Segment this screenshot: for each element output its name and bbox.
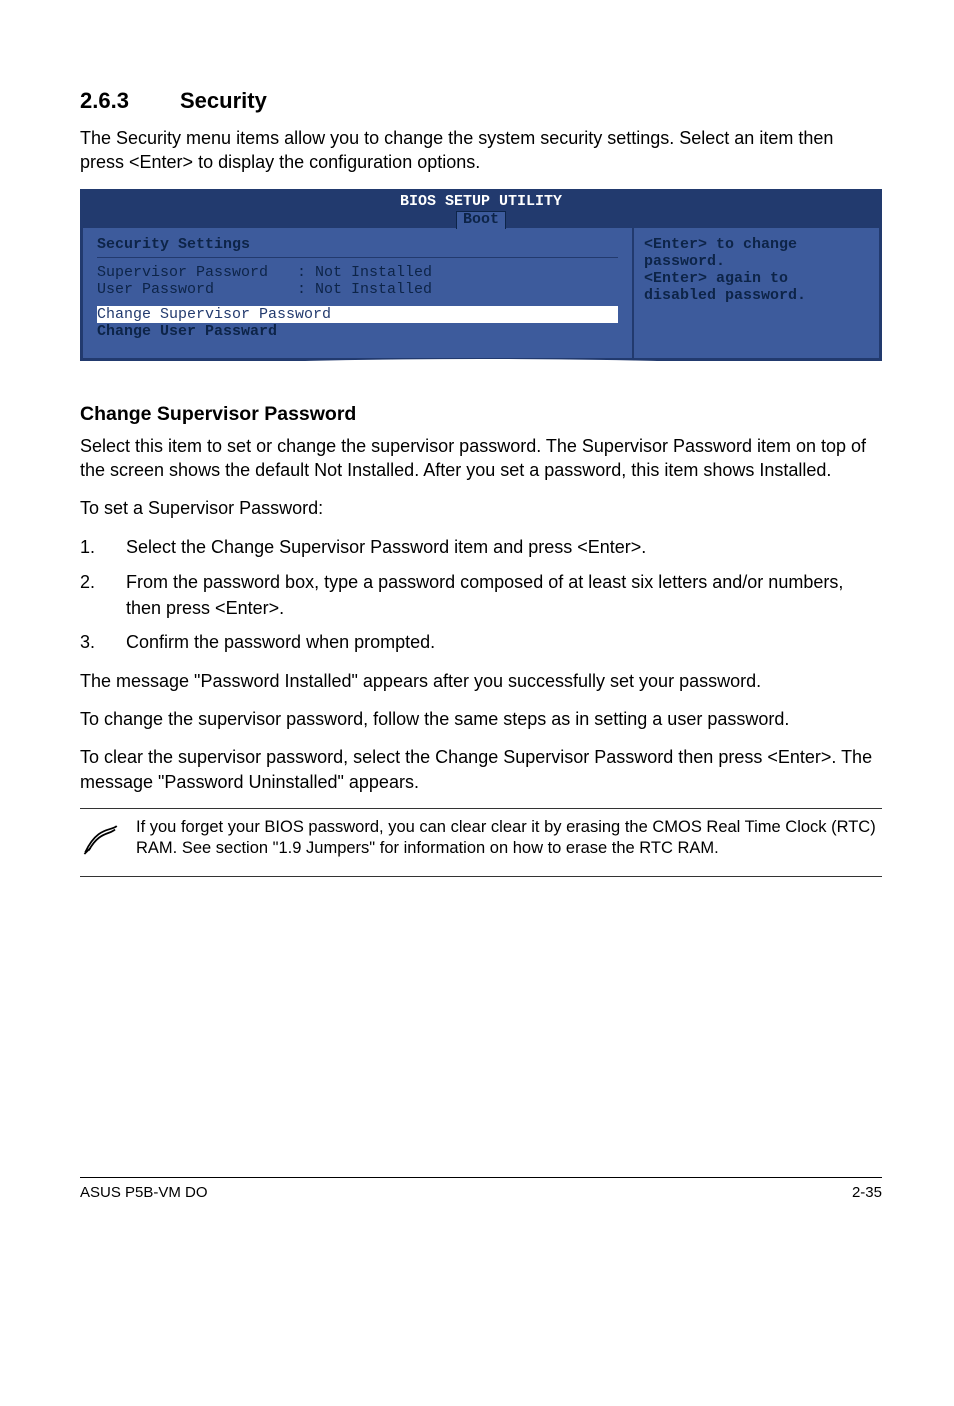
steps-list: 1.Select the Change Supervisor Password … (80, 534, 882, 654)
torn-edge-decoration (80, 359, 882, 381)
list-item: 3.Confirm the password when prompted. (80, 629, 882, 655)
paragraph: To clear the supervisor password, select… (80, 745, 882, 794)
note-text: If you forget your BIOS password, you ca… (136, 817, 882, 866)
bios-settings-heading: Security Settings (97, 236, 618, 253)
paragraph: To set a Supervisor Password: (80, 496, 882, 520)
bios-row-supervisor: Supervisor Password: Not Installed (97, 264, 618, 281)
step-text: Select the Change Supervisor Password it… (126, 534, 646, 560)
intro-paragraph: The Security menu items allow you to cha… (80, 126, 882, 175)
bios-help-panel: <Enter> to change password. <Enter> agai… (634, 228, 879, 358)
bios-help-line: password. (644, 253, 869, 270)
bios-help-line: <Enter> again to (644, 270, 869, 287)
bios-left-panel: Security Settings Supervisor Password: N… (83, 228, 634, 358)
section-title: Security (180, 88, 267, 113)
bios-title-bar: BIOS SETUP UTILITY Boot (83, 192, 879, 228)
bios-title-text: BIOS SETUP UTILITY (83, 194, 879, 211)
page-footer: ASUS P5B-VM DO 2-35 (80, 1177, 882, 1201)
list-item: 1.Select the Change Supervisor Password … (80, 534, 882, 560)
list-item: 2.From the password box, type a password… (80, 569, 882, 621)
bios-row-user: User Password: Not Installed (97, 281, 618, 298)
bios-divider (97, 257, 618, 258)
bios-help-line: disabled password. (644, 287, 869, 304)
step-number: 1. (80, 534, 126, 560)
bios-row-label: Supervisor Password (97, 264, 297, 281)
footer-left: ASUS P5B-VM DO (80, 1184, 208, 1201)
paragraph: Select this item to set or change the su… (80, 434, 882, 483)
bios-selected-item: Change Supervisor Password (97, 306, 618, 323)
bios-row-value: : Not Installed (297, 281, 432, 298)
footer-right: 2-35 (852, 1184, 882, 1201)
paragraph: To change the supervisor password, follo… (80, 707, 882, 731)
bios-help-line: <Enter> to change (644, 236, 869, 253)
subsection-heading: Change Supervisor Password (80, 403, 882, 426)
note-block: If you forget your BIOS password, you ca… (80, 808, 882, 877)
section-heading: 2.6.3Security (80, 88, 882, 114)
bios-tab-boot: Boot (456, 211, 506, 229)
step-text: From the password box, type a password c… (126, 569, 882, 621)
step-number: 3. (80, 629, 126, 655)
bios-item-change-user: Change User Passward (97, 323, 618, 340)
step-text: Confirm the password when prompted. (126, 629, 435, 655)
bios-screenshot: BIOS SETUP UTILITY Boot Security Setting… (80, 189, 882, 361)
bios-row-label: User Password (97, 281, 297, 298)
paragraph: The message "Password Installed" appears… (80, 669, 882, 693)
step-number: 2. (80, 569, 126, 621)
note-icon (80, 817, 136, 866)
bios-row-value: : Not Installed (297, 264, 432, 281)
section-number: 2.6.3 (80, 88, 180, 114)
